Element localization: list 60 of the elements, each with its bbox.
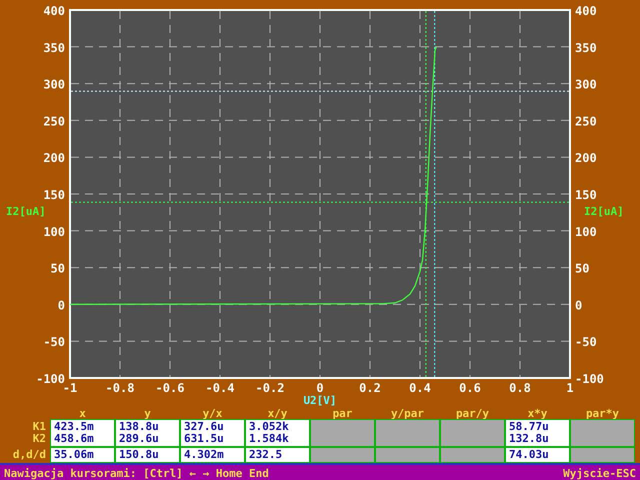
y-tick-label: 150 xyxy=(575,188,597,202)
y-tick-label: 400 xyxy=(43,4,65,18)
y-tick-label: 250 xyxy=(575,114,597,128)
table-cell: 58.77u 132.8u xyxy=(505,419,570,447)
x-tick-label: 0 xyxy=(316,381,324,395)
column-header: y/par xyxy=(390,408,426,419)
column-header: y/x xyxy=(202,408,224,419)
y-tick-label: 300 xyxy=(575,78,597,92)
y-tick-label: 200 xyxy=(575,151,597,166)
x-tick-label: 0.4 xyxy=(409,381,431,395)
y-tick-label: -100 xyxy=(575,372,604,386)
y-axis-label: I2[uA] xyxy=(584,205,624,218)
row-label: d,d/d xyxy=(12,449,46,461)
x-tick-label: -0.6 xyxy=(156,381,184,395)
table-cell: 327.6u 631.5u xyxy=(180,419,245,447)
exit-hint: Wyjscie-ESC xyxy=(563,467,636,480)
table-cell: 423.5m 458.6m xyxy=(50,419,115,447)
y-tick-label: -100 xyxy=(36,372,65,386)
y-tick-label: 350 xyxy=(43,40,65,55)
table-cell: 4.302m xyxy=(180,447,245,463)
row-label: K1 xyxy=(32,421,46,433)
y-tick-label: 100 xyxy=(43,224,65,239)
y-tick-label: 50 xyxy=(50,262,65,276)
column-header: x/y xyxy=(266,408,288,419)
table-cell: 232.5 xyxy=(245,447,310,463)
y-tick-label: 100 xyxy=(575,224,597,239)
status-hint: Nawigacja kursorami: [Ctrl] ← → Home End xyxy=(4,467,269,480)
row-label: K2 xyxy=(32,433,46,445)
y-axis-label: I2[uA] xyxy=(6,205,46,218)
x-tick-label: 1 xyxy=(566,381,574,395)
column-header: x xyxy=(78,408,87,419)
table-cell: 35.06m xyxy=(50,447,115,463)
y-tick-label: 300 xyxy=(43,78,65,92)
y-tick-label: 250 xyxy=(43,114,65,128)
y-tick-label: -50 xyxy=(43,335,65,350)
y-tick-label: 50 xyxy=(575,262,590,276)
column-header: par*y xyxy=(584,408,620,419)
table-cell: 3.052k 1.584k xyxy=(245,419,310,447)
x-tick-label: 0.6 xyxy=(459,381,481,395)
x-tick-label: -0.2 xyxy=(256,381,284,395)
y-tick-label: -50 xyxy=(575,335,597,350)
y-tick-label: 150 xyxy=(43,188,65,202)
column-header: par xyxy=(332,408,354,419)
table-cell: 74.03u xyxy=(505,447,570,463)
column-header: y xyxy=(143,408,152,419)
y-tick-label: 350 xyxy=(575,40,597,55)
x-tick-label: 0.8 xyxy=(509,381,531,395)
column-header: par/y xyxy=(454,408,490,419)
y-tick-label: 400 xyxy=(575,4,597,18)
x-tick-label: 0.2 xyxy=(359,381,381,395)
x-axis-label: U2[V] xyxy=(303,394,337,407)
x-tick-label: -0.4 xyxy=(206,381,234,395)
y-tick-label: 0 xyxy=(58,298,65,312)
column-header: x*y xyxy=(526,408,548,419)
x-tick-label: -1 xyxy=(62,381,78,395)
table-cell: 150.8u xyxy=(115,447,180,463)
table-cell: 138.8u 289.6u xyxy=(115,419,180,447)
x-tick-label: -0.8 xyxy=(106,381,134,395)
y-tick-label: 200 xyxy=(43,151,65,166)
y-tick-label: 0 xyxy=(575,298,582,312)
